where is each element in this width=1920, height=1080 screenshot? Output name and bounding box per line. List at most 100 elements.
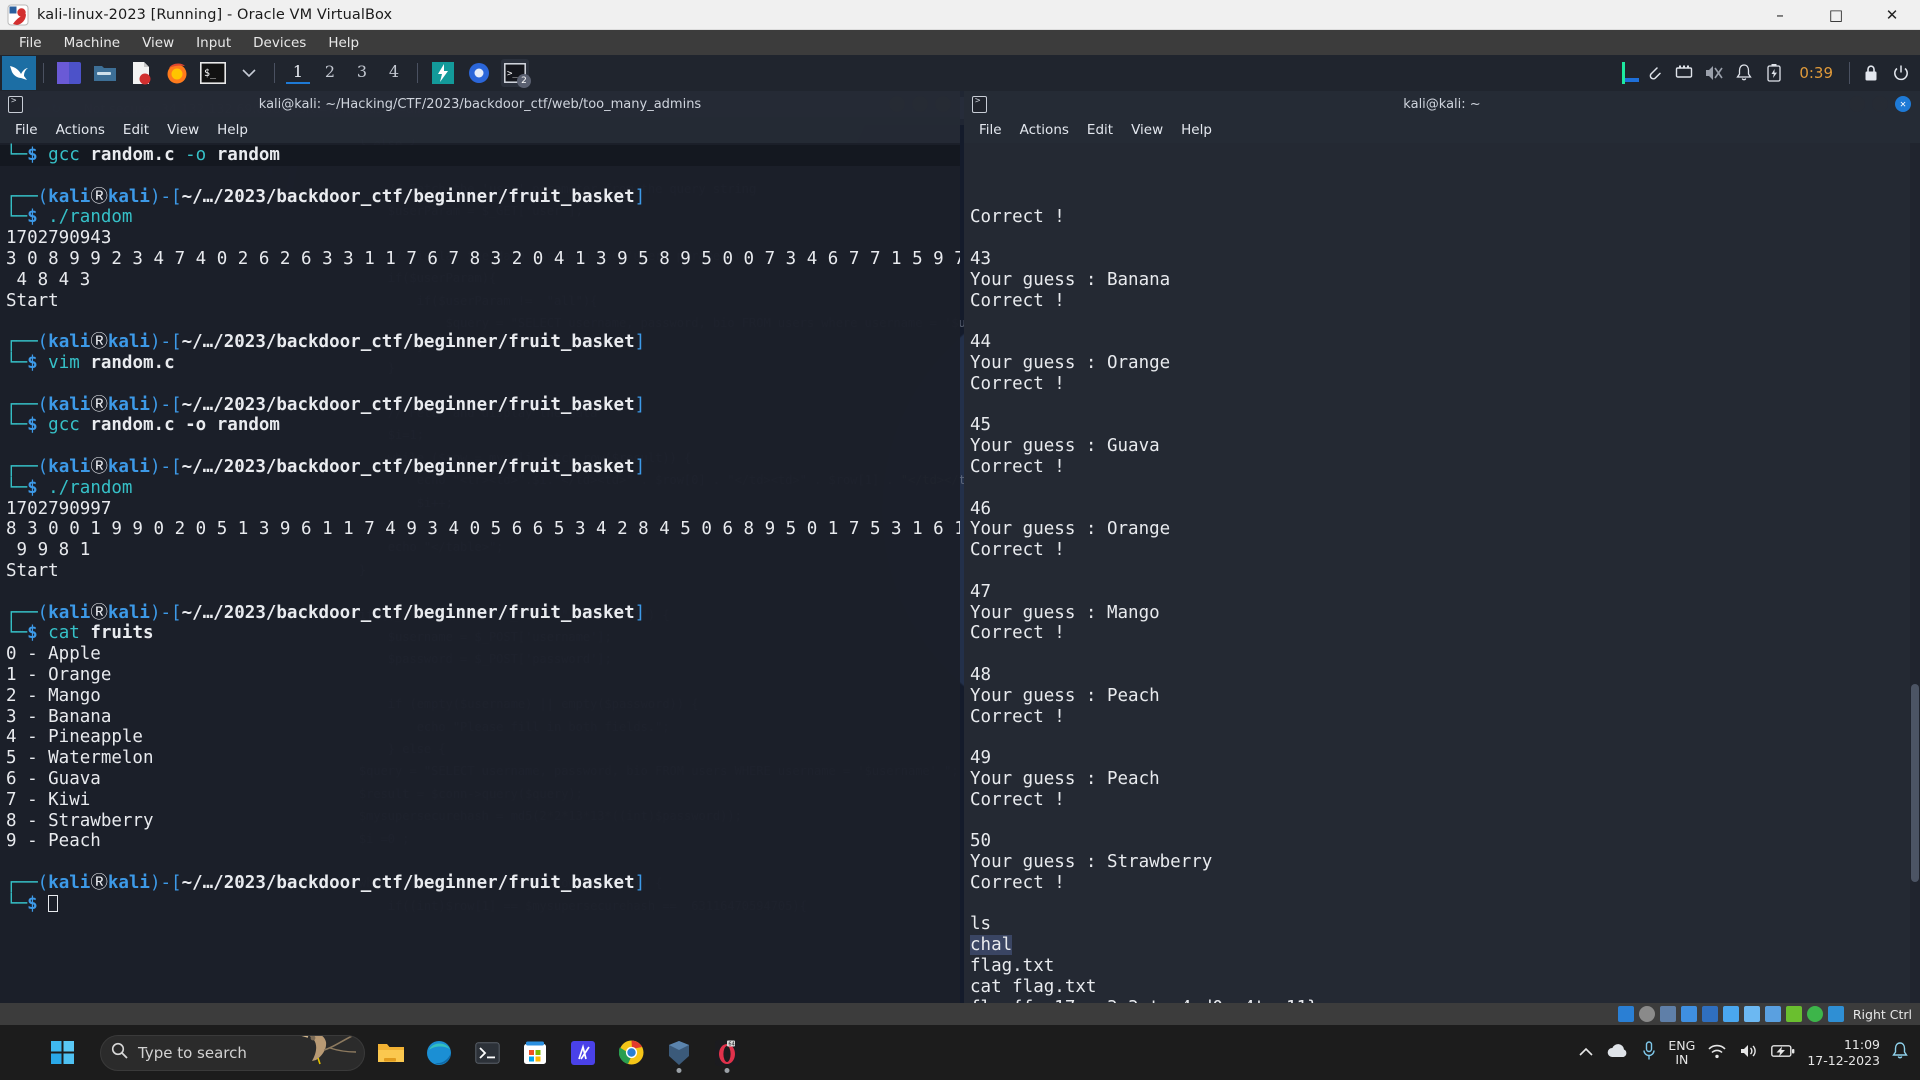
- battery-icon[interactable]: [1759, 58, 1789, 88]
- left-menu-help[interactable]: Help: [208, 121, 257, 139]
- workspace-2[interactable]: 2: [314, 62, 346, 84]
- bell-icon[interactable]: [1892, 1041, 1908, 1064]
- active-prompt-line[interactable]: └─$: [0, 894, 960, 915]
- network-icon[interactable]: [1680, 1006, 1697, 1022]
- affinity-icon[interactable]: [561, 1031, 605, 1075]
- menu-input[interactable]: Input: [185, 33, 242, 53]
- maximize-dot[interactable]: [1872, 96, 1888, 112]
- menu-help[interactable]: Help: [317, 33, 370, 53]
- wifi-icon[interactable]: [1707, 1043, 1727, 1063]
- left-menu-file[interactable]: File: [6, 121, 47, 139]
- usb-icon[interactable]: [1701, 1006, 1718, 1022]
- right-terminal-scrollbar[interactable]: [1910, 143, 1920, 1003]
- shared-folders-icon[interactable]: [1722, 1006, 1739, 1022]
- right-terminal-output[interactable]: Correct ! 43 Your guess : Banana Correct !…: [964, 143, 1920, 1003]
- result-line: Correct !: [970, 789, 1065, 810]
- minimize-button[interactable]: –: [1752, 0, 1808, 29]
- right-menu-file[interactable]: File: [970, 121, 1011, 139]
- virtualbox-title: kali-linux-2023 [Running] - Oracle VM Vi…: [37, 6, 393, 23]
- workspace-4[interactable]: 4: [378, 62, 410, 84]
- microsoft-edge-icon[interactable]: [417, 1031, 461, 1075]
- virtualbox-menubar: File Machine View Input Devices Help: [0, 30, 1920, 55]
- result-line: Correct !: [970, 872, 1065, 893]
- output-line: 8 - Strawberry: [6, 810, 154, 831]
- burpsuite-icon[interactable]: [429, 59, 457, 87]
- file-explorer-icon[interactable]: [369, 1031, 413, 1075]
- workspace-3[interactable]: 3: [346, 62, 378, 84]
- left-menu-edit[interactable]: Edit: [114, 121, 158, 139]
- output-line: 4 8 4 3: [6, 269, 91, 290]
- right-terminal-titlebar: kali@kali: ~: [964, 91, 1920, 117]
- terminal-window-right[interactable]: kali@kali: ~ File Actions Edit View Help…: [964, 91, 1920, 1003]
- right-menu-edit[interactable]: Edit: [1078, 121, 1122, 139]
- mouse-capture-icon[interactable]: [1806, 1006, 1823, 1022]
- output-line: 7 - Kiwi: [6, 789, 91, 810]
- network-wired-icon[interactable]: [1669, 58, 1699, 88]
- search-box[interactable]: Type to search: [100, 1034, 365, 1071]
- clipboard-icon[interactable]: [1639, 58, 1669, 88]
- prompt-path-line: ┌──(kaliⓇkali)-[~/…/2023/backdoor_ctf/be…: [6, 602, 646, 623]
- lock-icon[interactable]: [1856, 58, 1886, 88]
- left-menu-view[interactable]: View: [158, 121, 208, 139]
- close-button[interactable]: ✕: [1864, 0, 1920, 29]
- battery-charging-icon[interactable]: [1771, 1043, 1795, 1062]
- terminal-window-button[interactable]: >_ 2: [501, 59, 531, 88]
- optical-disk-icon[interactable]: [1638, 1006, 1655, 1022]
- keyboard-capture-icon[interactable]: [1827, 1006, 1844, 1022]
- prompt-path-line: ┌──(kaliⓇkali)-[~/…/2023/backdoor_ctf/be…: [6, 332, 646, 353]
- kali-clock[interactable]: 0:39: [1789, 64, 1843, 82]
- volume-muted-icon[interactable]: [1699, 58, 1729, 88]
- chevron-down-icon[interactable]: [235, 59, 263, 87]
- maximize-dot[interactable]: [912, 96, 928, 112]
- windows-start-icon[interactable]: [40, 1031, 84, 1075]
- maximize-button[interactable]: □: [1808, 0, 1864, 29]
- cloud-icon[interactable]: [1606, 1043, 1630, 1063]
- google-chrome-icon[interactable]: [609, 1031, 653, 1075]
- close-dot[interactable]: [1895, 96, 1911, 112]
- files-icon[interactable]: [91, 59, 119, 87]
- menu-file[interactable]: File: [8, 33, 53, 53]
- recording-icon[interactable]: [1785, 1006, 1802, 1022]
- display-icon[interactable]: [1743, 1006, 1760, 1022]
- right-menu-view[interactable]: View: [1122, 121, 1172, 139]
- windows-terminal-icon[interactable]: [465, 1031, 509, 1075]
- microphone-icon[interactable]: [1642, 1040, 1656, 1065]
- power-icon[interactable]: [1886, 58, 1916, 88]
- menu-view[interactable]: View: [131, 33, 185, 53]
- minimize-dot[interactable]: [889, 96, 905, 112]
- text-editor-icon[interactable]: [127, 59, 155, 87]
- menu-devices[interactable]: Devices: [242, 33, 317, 53]
- hard-disk-icon[interactable]: [1617, 1006, 1634, 1022]
- floppy-icon[interactable]: [1659, 1006, 1676, 1022]
- terminal-window-left[interactable]: kali@kali: ~/Hacking/CTF/2023/backdoor_c…: [0, 91, 960, 1003]
- menu-machine[interactable]: Machine: [53, 33, 132, 53]
- left-menu-actions[interactable]: Actions: [47, 121, 114, 139]
- firefox-icon[interactable]: [163, 59, 191, 87]
- language-indicator[interactable]: ENG IN: [1668, 1038, 1695, 1067]
- workspace-1[interactable]: 1: [282, 62, 314, 84]
- speaker-icon[interactable]: [1739, 1043, 1759, 1063]
- windows-clock[interactable]: 11:09 17-12-2023: [1807, 1037, 1880, 1069]
- left-terminal-output[interactable]: └─$ gcc random.c -o random ┌──(kaliⓇkali…: [0, 143, 960, 1003]
- remote-desktop-icon[interactable]: [1764, 1006, 1781, 1022]
- bell-icon[interactable]: [1729, 58, 1759, 88]
- opera-gx-icon[interactable]: 64: [705, 1031, 749, 1075]
- microsoft-store-icon[interactable]: [513, 1031, 557, 1075]
- right-menu-actions[interactable]: Actions: [1011, 121, 1078, 139]
- scrollbar-thumb[interactable]: [1911, 683, 1919, 882]
- chromium-icon[interactable]: [465, 59, 493, 87]
- minimize-dot[interactable]: [1849, 96, 1865, 112]
- close-dot[interactable]: [935, 96, 951, 112]
- terminal-icon[interactable]: $_: [199, 59, 227, 87]
- right-menu-help[interactable]: Help: [1172, 121, 1221, 139]
- prompt-path-line: ┌──(kaliⓇkali)-[~/…/2023/backdoor_ctf/be…: [6, 872, 646, 893]
- workspace-switcher-icon[interactable]: [55, 59, 83, 87]
- virtualbox-icon[interactable]: [657, 1031, 701, 1075]
- kali-dragon-logo[interactable]: [2, 56, 36, 90]
- search-placeholder: Type to search: [138, 1043, 247, 1062]
- chevron-up-icon[interactable]: [1578, 1043, 1594, 1062]
